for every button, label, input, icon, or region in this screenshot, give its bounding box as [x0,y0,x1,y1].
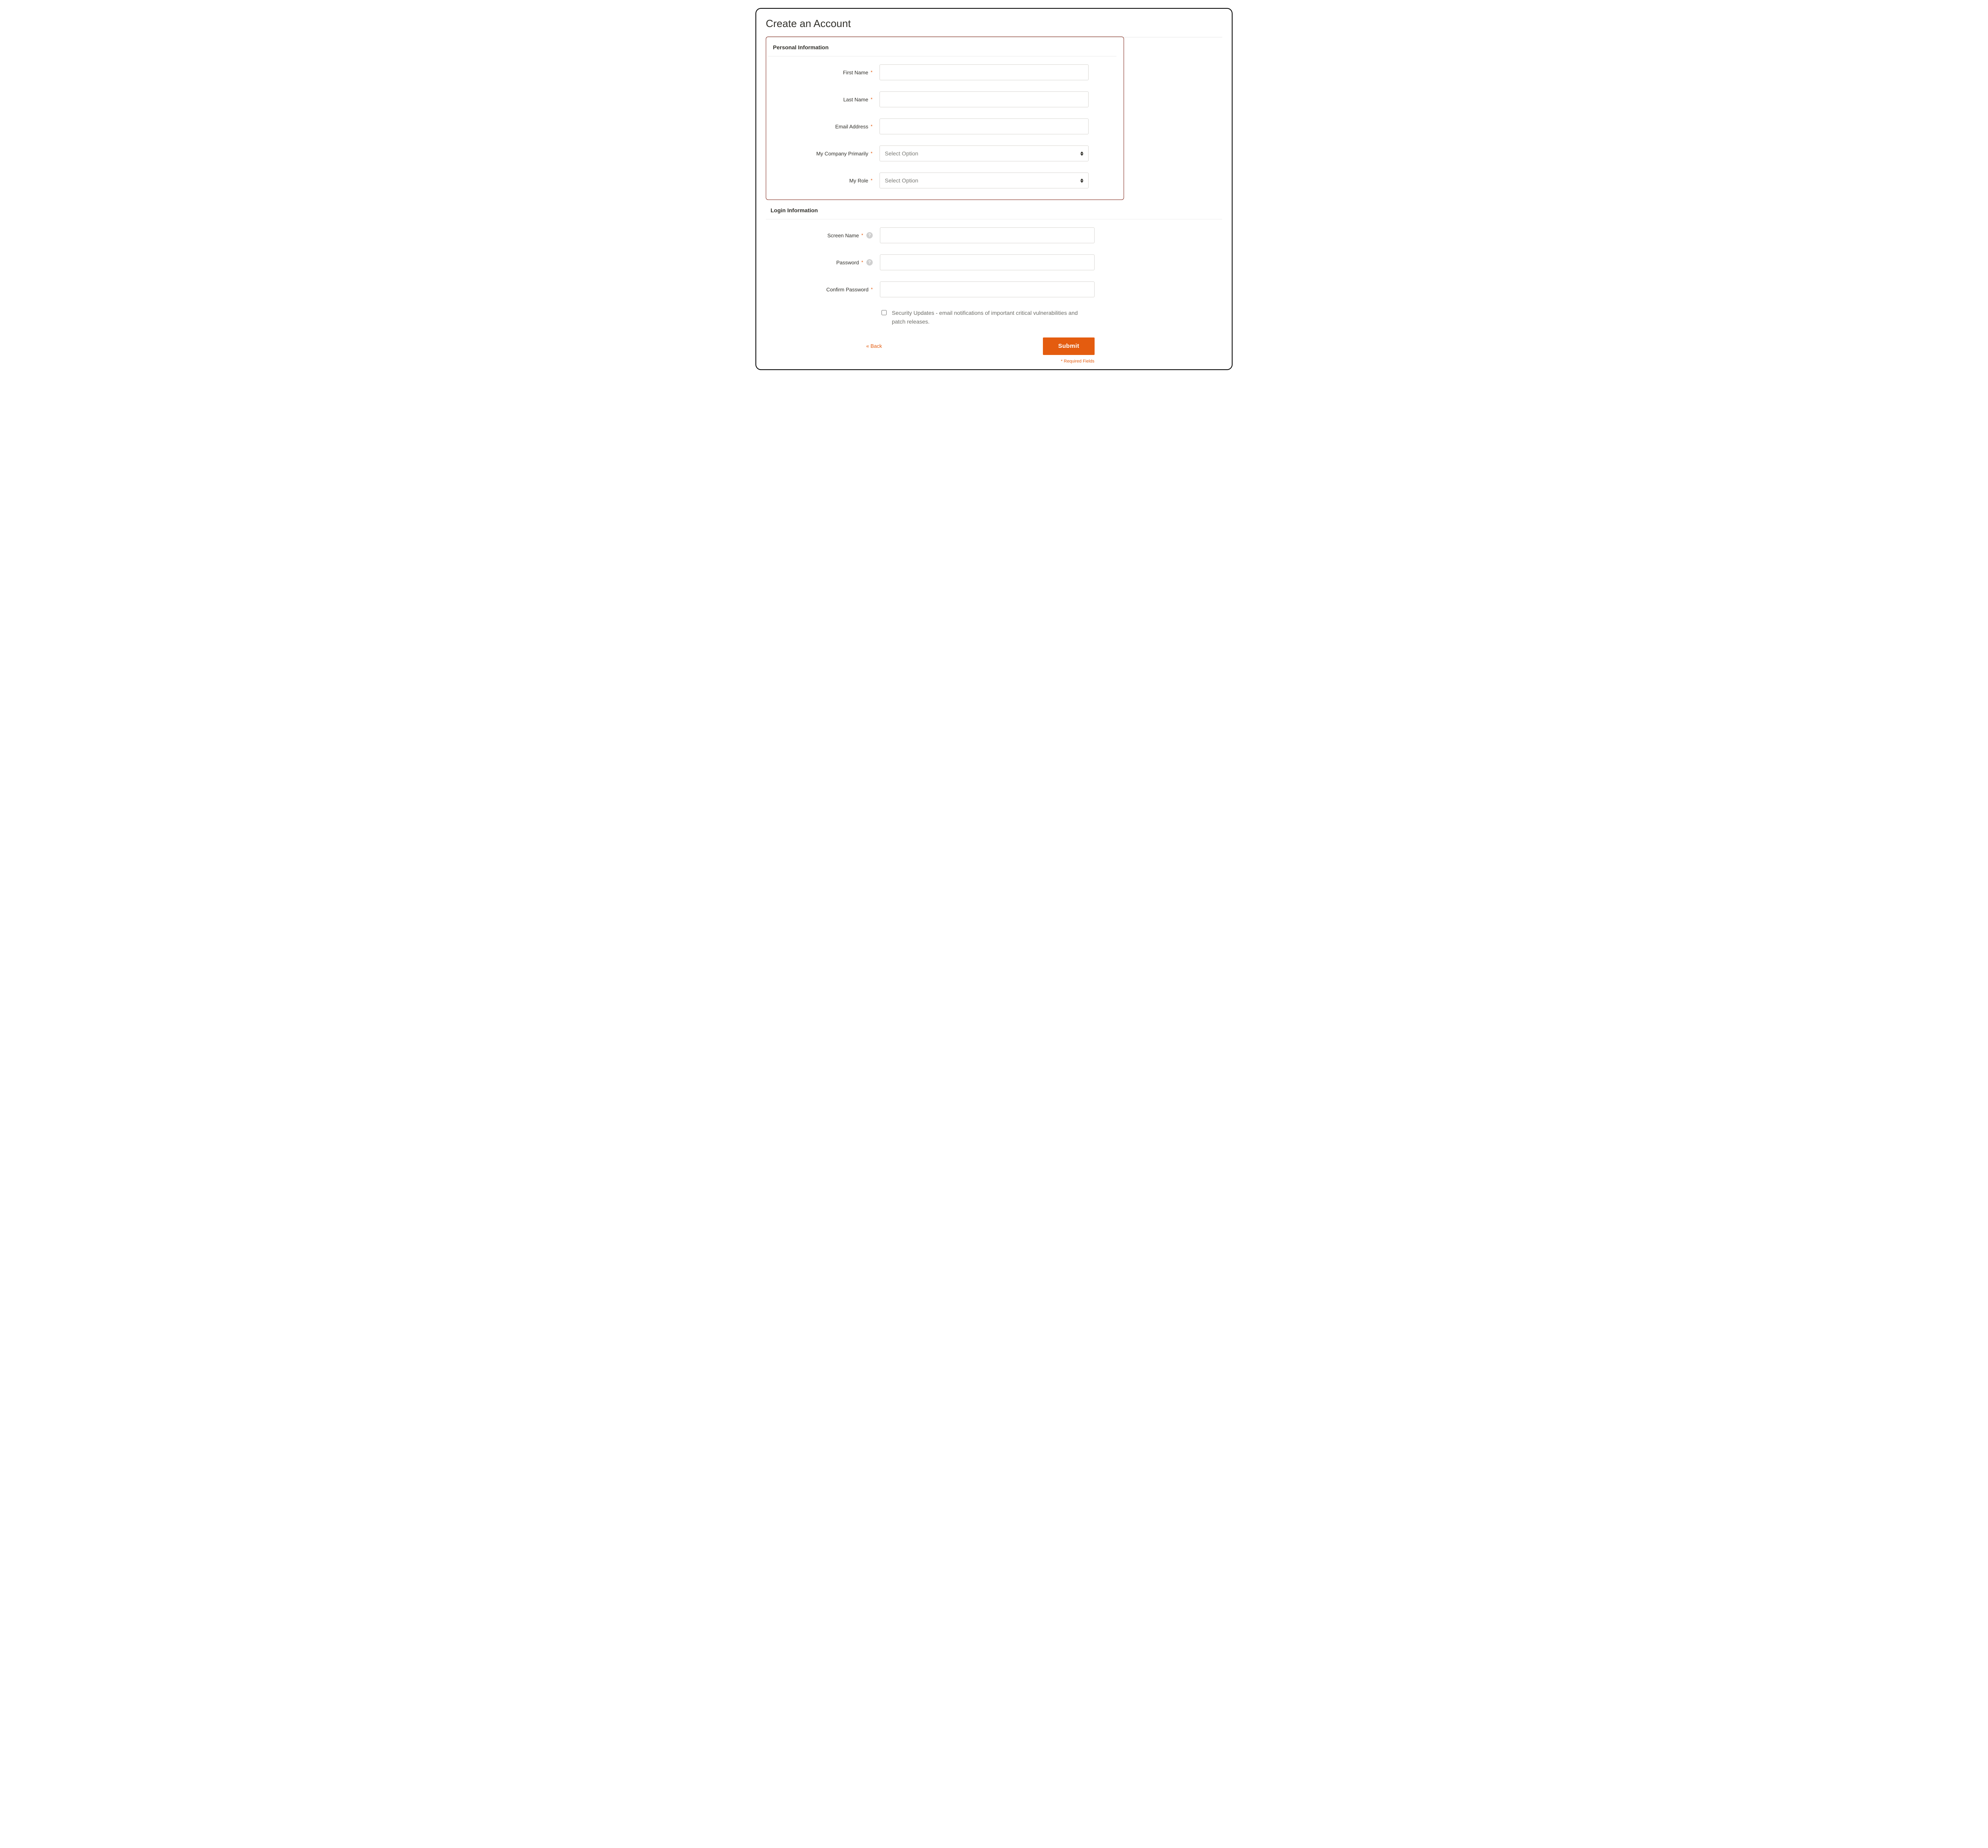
row-first-name: First Name * [768,64,1116,80]
page-title: Create an Account [766,17,1222,33]
password-input[interactable] [880,254,1095,270]
required-star-icon: * [861,260,863,265]
account-page: Create an Account Personal Information F… [755,8,1233,370]
section-title-login: Login Information [771,207,1222,216]
label-confirm-password: Confirm Password * [766,287,880,293]
actions-row: « Back Submit [766,337,1095,355]
required-star-icon: * [871,287,873,292]
security-updates-checkbox[interactable] [881,310,887,315]
required-star-icon: * [861,233,863,238]
back-link[interactable]: « Back [866,343,882,349]
sort-icon [1080,151,1083,156]
label-company: My Company Primarily * [768,151,879,157]
label-first-name: First Name * [768,70,879,76]
security-updates-label: Security Updates - email notifications o… [892,308,1085,326]
personal-info-section: Personal Information First Name * Last N… [766,37,1124,200]
required-star-icon: * [871,151,873,156]
last-name-input[interactable] [879,91,1089,107]
section-title-personal: Personal Information [773,44,1116,53]
row-password: Password * ? [766,254,1222,270]
label-email: Email Address * [768,124,879,130]
label-last-name: Last Name * [768,97,879,103]
help-icon[interactable]: ? [866,259,873,266]
row-screen-name: Screen Name * ? [766,227,1222,243]
label-password: Password * ? [766,259,880,266]
row-role: My Role * Select Option [768,173,1116,188]
first-name-input[interactable] [879,64,1089,80]
required-star-icon: * [871,97,873,102]
required-star-icon: * [871,124,873,129]
login-info-section: Login Information Screen Name * ? Passwo… [766,207,1222,364]
sort-icon [1080,178,1083,183]
screen-name-input[interactable] [880,227,1095,243]
label-screen-name: Screen Name * ? [766,232,880,239]
row-security-updates: Security Updates - email notifications o… [766,308,1222,326]
row-confirm-password: Confirm Password * [766,281,1222,297]
required-star-icon: * [871,70,873,75]
email-input[interactable] [879,118,1089,134]
role-select[interactable]: Select Option [879,173,1089,188]
submit-button[interactable]: Submit [1043,337,1094,355]
required-star-icon: * [871,178,873,183]
label-role: My Role * [768,178,879,184]
help-icon[interactable]: ? [866,232,873,239]
row-last-name: Last Name * [768,91,1116,107]
company-select[interactable]: Select Option [879,145,1089,161]
row-email: Email Address * [768,118,1116,134]
confirm-password-input[interactable] [880,281,1095,297]
row-company: My Company Primarily * Select Option [768,145,1116,161]
required-fields-note: * Required Fields [766,359,1095,364]
